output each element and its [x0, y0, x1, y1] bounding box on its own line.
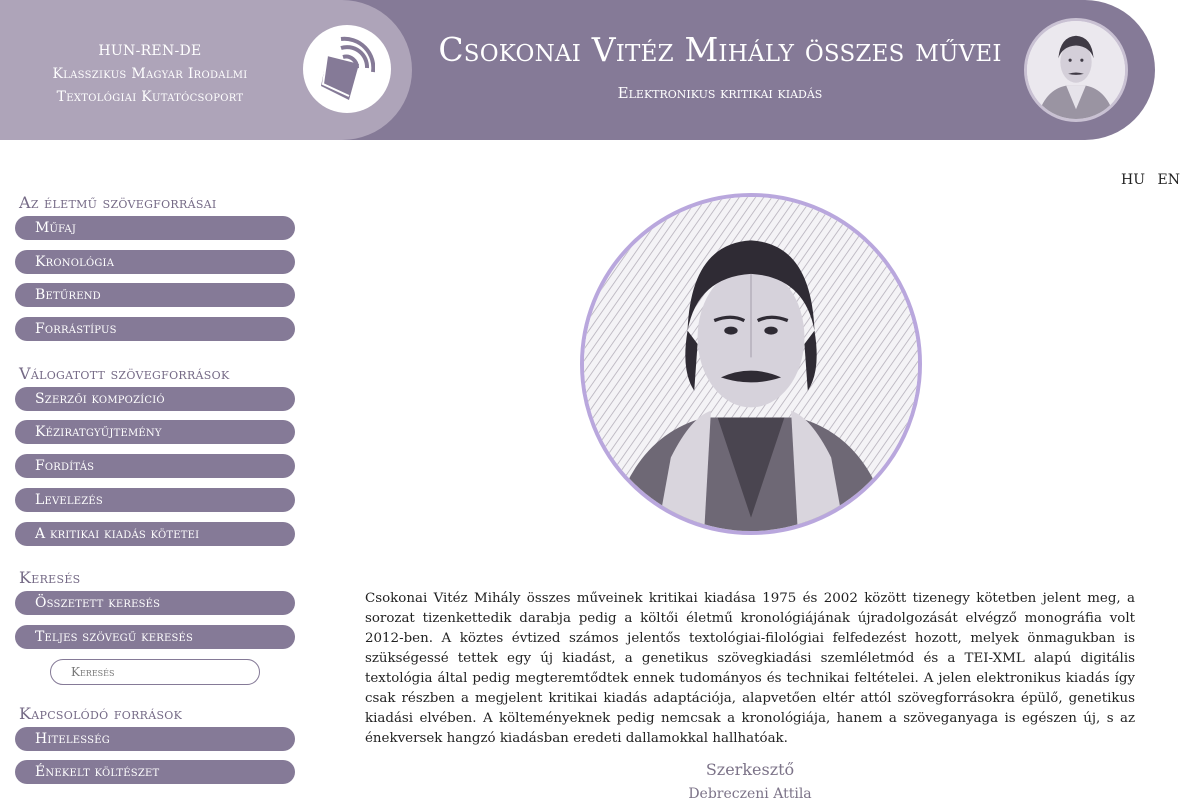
editor-label: Szerkesztő — [705, 760, 795, 779]
intro-paragraph: Csokonai Vitéz Mihály összes műveinek kr… — [365, 591, 1135, 746]
research-group-name[interactable]: HUN-REN-DE Klasszikus Magyar Irodalmi Te… — [30, 40, 270, 109]
language-switcher: HU EN — [1113, 172, 1180, 188]
menu-item-manuscript-collection[interactable]: Kéziratgyűjtemény — [15, 420, 295, 445]
sidebar-nav: Az életmű szövegforrásai Műfaj Kronológi… — [15, 190, 297, 794]
site-header: HUN-REN-DE Klasszikus Magyar Irodalmi Te… — [0, 0, 1200, 140]
section-title-selected: Válogatott szövegforrások — [19, 363, 230, 383]
site-subtitle: Elektronikus kritikai kiadás — [617, 84, 823, 102]
section-title-search: Keresés — [19, 568, 81, 588]
quill-book-icon[interactable] — [303, 25, 391, 113]
menu-item-advanced-search[interactable]: Összetett keresés — [15, 591, 295, 616]
menu-item-sung-poetry[interactable]: Énekelt költészet — [15, 760, 295, 785]
section-title-sources: Az életmű szövegforrásai — [19, 193, 217, 212]
lang-hu-link[interactable]: HU — [1121, 172, 1145, 188]
lang-en-link[interactable]: EN — [1158, 172, 1180, 188]
portrait-icon — [1024, 18, 1128, 122]
menu-item-critical-volumes[interactable]: A kritikai kiadás kötetei — [15, 521, 295, 546]
menu-item-author-composition[interactable]: Szerzői kompozíció — [15, 386, 295, 411]
menu-item-correspondence[interactable]: Levelezés — [15, 487, 295, 512]
org-line: Klasszikus Magyar Irodalmi — [52, 66, 248, 82]
site-title[interactable]: Csokonai Vitéz Mihály összes művei — [430, 30, 1010, 69]
menu-item-authenticity[interactable]: Hitelesség — [15, 726, 295, 751]
menu-item-translation[interactable]: Fordítás — [15, 454, 295, 479]
search-input[interactable] — [50, 658, 260, 685]
section-title-related: Kapcsolódó források — [19, 703, 183, 723]
menu-item-source-type[interactable]: Forrástípus — [15, 317, 295, 342]
org-line: Textológiai Kutatócsoport — [56, 89, 244, 105]
menu-item-fulltext-search[interactable]: Teljes szövegű keresés — [15, 624, 295, 649]
menu-item-genre[interactable]: Műfaj — [15, 216, 295, 240]
menu-item-chronology[interactable]: Kronológia — [15, 249, 295, 274]
editor-name: Debreczeni Attila — [688, 786, 812, 800]
author-portrait — [580, 193, 922, 535]
menu-item-alphabetical[interactable]: Betűrend — [15, 283, 295, 308]
org-line: HUN-REN-DE — [98, 43, 202, 59]
